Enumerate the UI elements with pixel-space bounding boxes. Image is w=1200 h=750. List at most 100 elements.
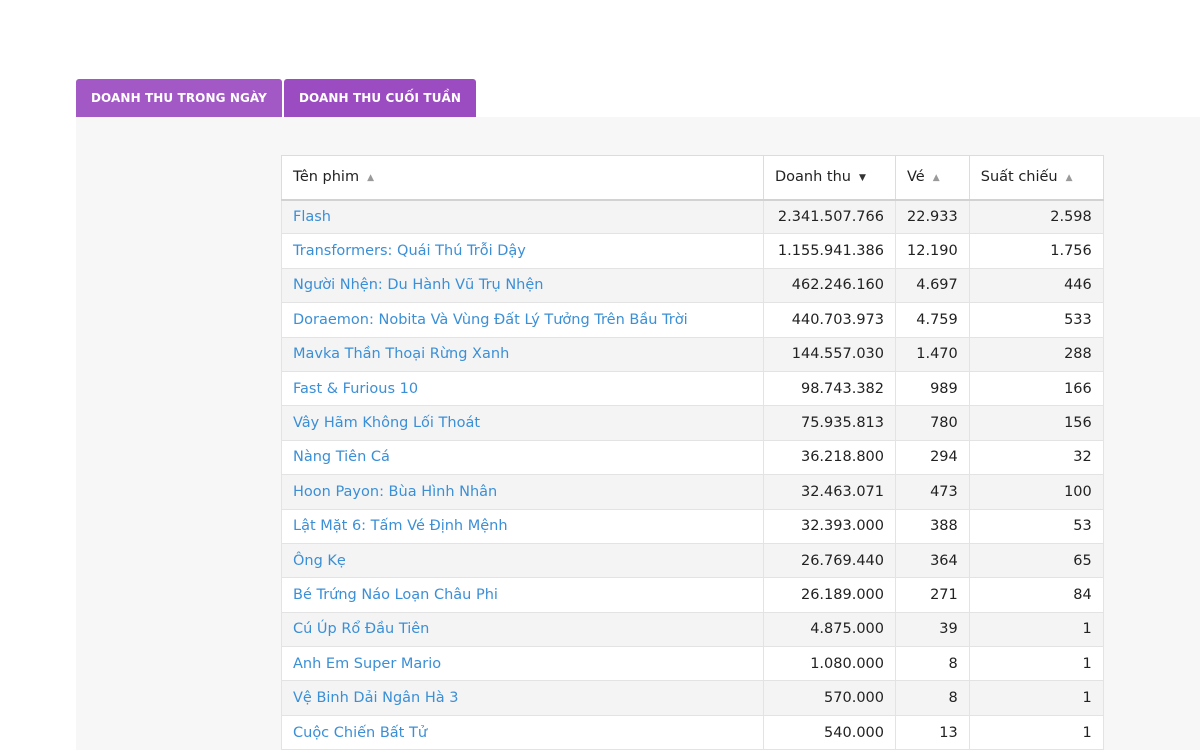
showtimes-cell: 1 <box>968 714 1104 750</box>
showtimes-cell: 32 <box>968 439 1104 476</box>
table-body: Flash 2.341.507.766 22.933 2.598 Transformer… <box>281 198 1104 750</box>
movie-title-link[interactable]: Vệ Binh Dải Ngân Hà 3 <box>293 690 458 706</box>
revenue-cell: 4.875.000 <box>763 611 896 648</box>
tab-weekend-revenue[interactable]: DOANH THU CUỐI TUẦN <box>283 79 477 117</box>
tickets-cell: 8 <box>895 680 970 716</box>
movie-title-cell: Nàng Tiên Cá <box>281 439 764 476</box>
showtimes-cell: 1.756 <box>968 233 1104 269</box>
showtimes-cell: 156 <box>968 405 1104 441</box>
showtimes-cell: 84 <box>968 577 1104 613</box>
tickets-cell: 8 <box>895 646 970 682</box>
showtimes-cell: 446 <box>968 267 1104 304</box>
tickets-cell: 473 <box>895 474 970 510</box>
tickets-cell: 13 <box>895 714 970 750</box>
revenue-cell: 2.341.507.766 <box>763 198 896 235</box>
showtimes-cell: 100 <box>968 474 1104 510</box>
tickets-cell: 780 <box>895 405 970 441</box>
revenue-cell: 26.189.000 <box>763 577 896 613</box>
movie-title-cell: Bé Trứng Náo Loạn Châu Phi <box>281 577 764 613</box>
tickets-cell: 989 <box>895 370 970 407</box>
revenue-table-container: Tên phim ▲ Doanh thu ▼ Vé ▲ Suất chiếu ▲ Fl <box>281 155 1104 750</box>
revenue-cell: 36.218.800 <box>763 439 896 476</box>
sort-up-icon: ▲ <box>1065 173 1073 184</box>
tickets-cell: 388 <box>895 508 970 544</box>
column-header-title[interactable]: Tên phim ▲ <box>281 155 764 201</box>
movie-title-link[interactable]: Anh Em Super Mario <box>293 656 441 672</box>
movie-title-link[interactable]: Cú Úp Rổ Đầu Tiên <box>293 621 429 637</box>
table-header-row: Tên phim ▲ Doanh thu ▼ Vé ▲ Suất chiếu ▲ <box>281 155 1104 201</box>
movie-title-cell: Fast & Furious 10 <box>281 370 764 407</box>
tickets-cell: 22.933 <box>895 198 970 235</box>
showtimes-cell: 1 <box>968 680 1104 716</box>
movie-title-link[interactable]: Bé Trứng Náo Loạn Châu Phi <box>293 587 498 603</box>
table-row: Hoon Payon: Bùa Hình Nhân 32.463.071 473 10… <box>281 474 1104 510</box>
tickets-cell: 1.470 <box>895 336 970 372</box>
table-row: Fast & Furious 10 98.743.382 989 166 <box>281 370 1104 407</box>
movie-title-link[interactable]: Cuộc Chiến Bất Tử <box>293 725 427 741</box>
movie-title-cell: Người Nhện: Du Hành Vũ Trụ Nhện <box>281 267 764 304</box>
movie-title-link[interactable]: Lật Mặt 6: Tấm Vé Định Mệnh <box>293 518 508 534</box>
showtimes-cell: 533 <box>968 302 1104 338</box>
column-header-label: Vé <box>907 169 925 186</box>
movie-title-link[interactable]: Hoon Payon: Bùa Hình Nhân <box>293 484 497 500</box>
movie-title-link[interactable]: Fast & Furious 10 <box>293 381 418 397</box>
column-header-label: Doanh thu <box>775 169 851 186</box>
tab-daily-revenue[interactable]: DOANH THU TRONG NGÀY <box>76 79 282 117</box>
movie-title-cell: Cú Úp Rổ Đầu Tiên <box>281 611 764 648</box>
sort-up-icon: ▲ <box>367 173 375 184</box>
showtimes-cell: 1 <box>968 611 1104 648</box>
movie-title-cell: Hoon Payon: Bùa Hình Nhân <box>281 474 764 510</box>
movie-title-link[interactable]: Transformers: Quái Thú Trỗi Dậy <box>293 243 526 259</box>
sort-down-icon: ▼ <box>858 173 866 184</box>
column-header-label: Suất chiếu <box>980 169 1058 186</box>
tickets-cell: 12.190 <box>895 233 970 269</box>
table-row: Ông Kẹ 26.769.440 364 65 <box>281 542 1104 579</box>
table-row: Vệ Binh Dải Ngân Hà 3 570.000 8 1 <box>281 680 1104 716</box>
revenue-cell: 440.703.973 <box>763 302 896 338</box>
table-row: Flash 2.341.507.766 22.933 2.598 <box>281 198 1104 235</box>
movie-title-cell: Anh Em Super Mario <box>281 646 764 682</box>
movie-title-cell: Mavka Thần Thoại Rừng Xanh <box>281 336 764 372</box>
column-header-revenue[interactable]: Doanh thu ▼ <box>763 155 896 201</box>
revenue-cell: 75.935.813 <box>763 405 896 441</box>
revenue-cell: 1.155.941.386 <box>763 233 896 269</box>
column-header-tickets[interactable]: Vé ▲ <box>895 155 970 201</box>
movie-title-link[interactable]: Flash <box>293 209 331 225</box>
table-row: Cú Úp Rổ Đầu Tiên 4.875.000 39 1 <box>281 611 1104 648</box>
revenue-cell: 540.000 <box>763 714 896 750</box>
table-row: Lật Mặt 6: Tấm Vé Định Mệnh 32.393.000 388… <box>281 508 1104 544</box>
movie-title-link[interactable]: Mavka Thần Thoại Rừng Xanh <box>293 346 509 362</box>
movie-title-cell: Transformers: Quái Thú Trỗi Dậy <box>281 233 764 269</box>
column-header-showtimes[interactable]: Suất chiếu ▲ <box>968 155 1104 201</box>
tab-bar: DOANH THU TRONG NGÀY DOANH THU CUỐI TUẦN <box>76 79 477 117</box>
showtimes-cell: 1 <box>968 646 1104 682</box>
movie-title-link[interactable]: Doraemon: Nobita Và Vùng Đất Lý Tưởng Tr… <box>293 312 688 328</box>
revenue-cell: 570.000 <box>763 680 896 716</box>
table-row: Người Nhện: Du Hành Vũ Trụ Nhện 462.246.1… <box>281 267 1104 304</box>
table-row: Doraemon: Nobita Và Vùng Đất Lý Tưởng Tr… <box>281 302 1104 338</box>
movie-title-link[interactable]: Nàng Tiên Cá <box>293 449 390 465</box>
revenue-cell: 26.769.440 <box>763 542 896 579</box>
table-row: Mavka Thần Thoại Rừng Xanh 144.557.030 1.4… <box>281 336 1104 372</box>
column-header-label: Tên phim <box>293 169 360 186</box>
tickets-cell: 294 <box>895 439 970 476</box>
table-row: Anh Em Super Mario 1.080.000 8 1 <box>281 646 1104 682</box>
showtimes-cell: 65 <box>968 542 1104 579</box>
revenue-cell: 32.463.071 <box>763 474 896 510</box>
revenue-cell: 32.393.000 <box>763 508 896 544</box>
table-row: Vây Hãm Không Lối Thoát 75.935.813 780 156 <box>281 405 1104 441</box>
revenue-cell: 144.557.030 <box>763 336 896 372</box>
table-row: Bé Trứng Náo Loạn Châu Phi 26.189.000 271 8… <box>281 577 1104 613</box>
table-row: Transformers: Quái Thú Trỗi Dậy 1.155.941… <box>281 233 1104 269</box>
movie-title-link[interactable]: Người Nhện: Du Hành Vũ Trụ Nhện <box>293 277 544 293</box>
showtimes-cell: 53 <box>968 508 1104 544</box>
movie-title-cell: Doraemon: Nobita Và Vùng Đất Lý Tưởng Tr… <box>281 302 764 338</box>
movie-title-link[interactable]: Vây Hãm Không Lối Thoát <box>293 415 480 431</box>
tickets-cell: 364 <box>895 542 970 579</box>
movie-title-cell: Lật Mặt 6: Tấm Vé Định Mệnh <box>281 508 764 544</box>
movie-title-cell: Cuộc Chiến Bất Tử <box>281 714 764 750</box>
tickets-cell: 39 <box>895 611 970 648</box>
showtimes-cell: 166 <box>968 370 1104 407</box>
showtimes-cell: 288 <box>968 336 1104 372</box>
movie-title-link[interactable]: Ông Kẹ <box>293 553 346 569</box>
